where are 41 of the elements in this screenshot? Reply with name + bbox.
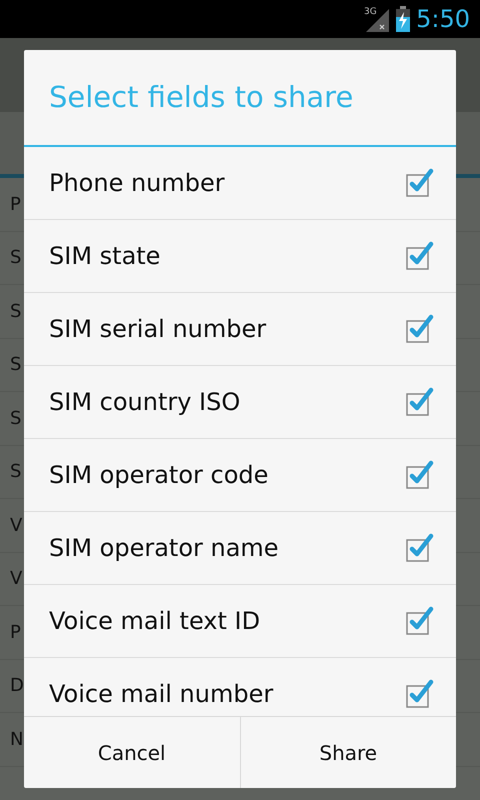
list-item-label: V xyxy=(10,567,22,592)
list-item-label: P xyxy=(10,620,21,645)
list-item-label: S xyxy=(10,300,22,324)
field-label: SIM operator name xyxy=(49,533,279,564)
cancel-button[interactable]: Cancel xyxy=(24,717,240,788)
checkbox[interactable] xyxy=(404,314,434,344)
field-label: SIM serial number xyxy=(49,314,266,345)
network-label: 3G xyxy=(364,7,377,17)
list-item-label: S xyxy=(10,353,22,378)
dialog-title: Select fields to share xyxy=(24,50,456,147)
field-label: SIM state xyxy=(49,241,160,272)
clock: 5:50 xyxy=(416,7,470,31)
list-item-label: P xyxy=(10,192,21,217)
checkbox[interactable] xyxy=(404,241,434,271)
battery-icon xyxy=(396,6,410,32)
field-row[interactable]: Voice mail number xyxy=(24,658,456,716)
field-label: Voice mail number xyxy=(49,679,274,710)
list-item-label: D xyxy=(10,674,24,698)
field-row[interactable]: SIM country ISO xyxy=(24,366,456,439)
share-button[interactable]: Share xyxy=(240,717,456,788)
checkbox[interactable] xyxy=(404,168,434,198)
list-item-label: S xyxy=(10,406,22,431)
field-row[interactable]: SIM operator code xyxy=(24,439,456,512)
checkbox[interactable] xyxy=(404,460,434,490)
field-row[interactable]: Phone number xyxy=(24,147,456,220)
field-row[interactable]: SIM serial number xyxy=(24,293,456,366)
list-item-label: V xyxy=(10,514,22,538)
checkbox[interactable] xyxy=(404,533,434,563)
checkbox[interactable] xyxy=(404,387,434,417)
list-item-label: S xyxy=(10,246,22,270)
checkbox[interactable] xyxy=(404,606,434,636)
field-label: SIM operator code xyxy=(49,460,268,491)
checkbox[interactable] xyxy=(404,679,434,709)
list-item-label: N xyxy=(10,728,24,752)
field-row[interactable]: SIM state xyxy=(24,220,456,293)
field-label: SIM country ISO xyxy=(49,387,240,418)
field-label: Phone number xyxy=(49,168,225,199)
field-row[interactable]: SIM operator name xyxy=(24,512,456,585)
field-label: Voice mail text ID xyxy=(49,606,260,637)
field-row[interactable]: Voice mail text ID xyxy=(24,585,456,658)
list-item-label: S xyxy=(10,460,22,484)
